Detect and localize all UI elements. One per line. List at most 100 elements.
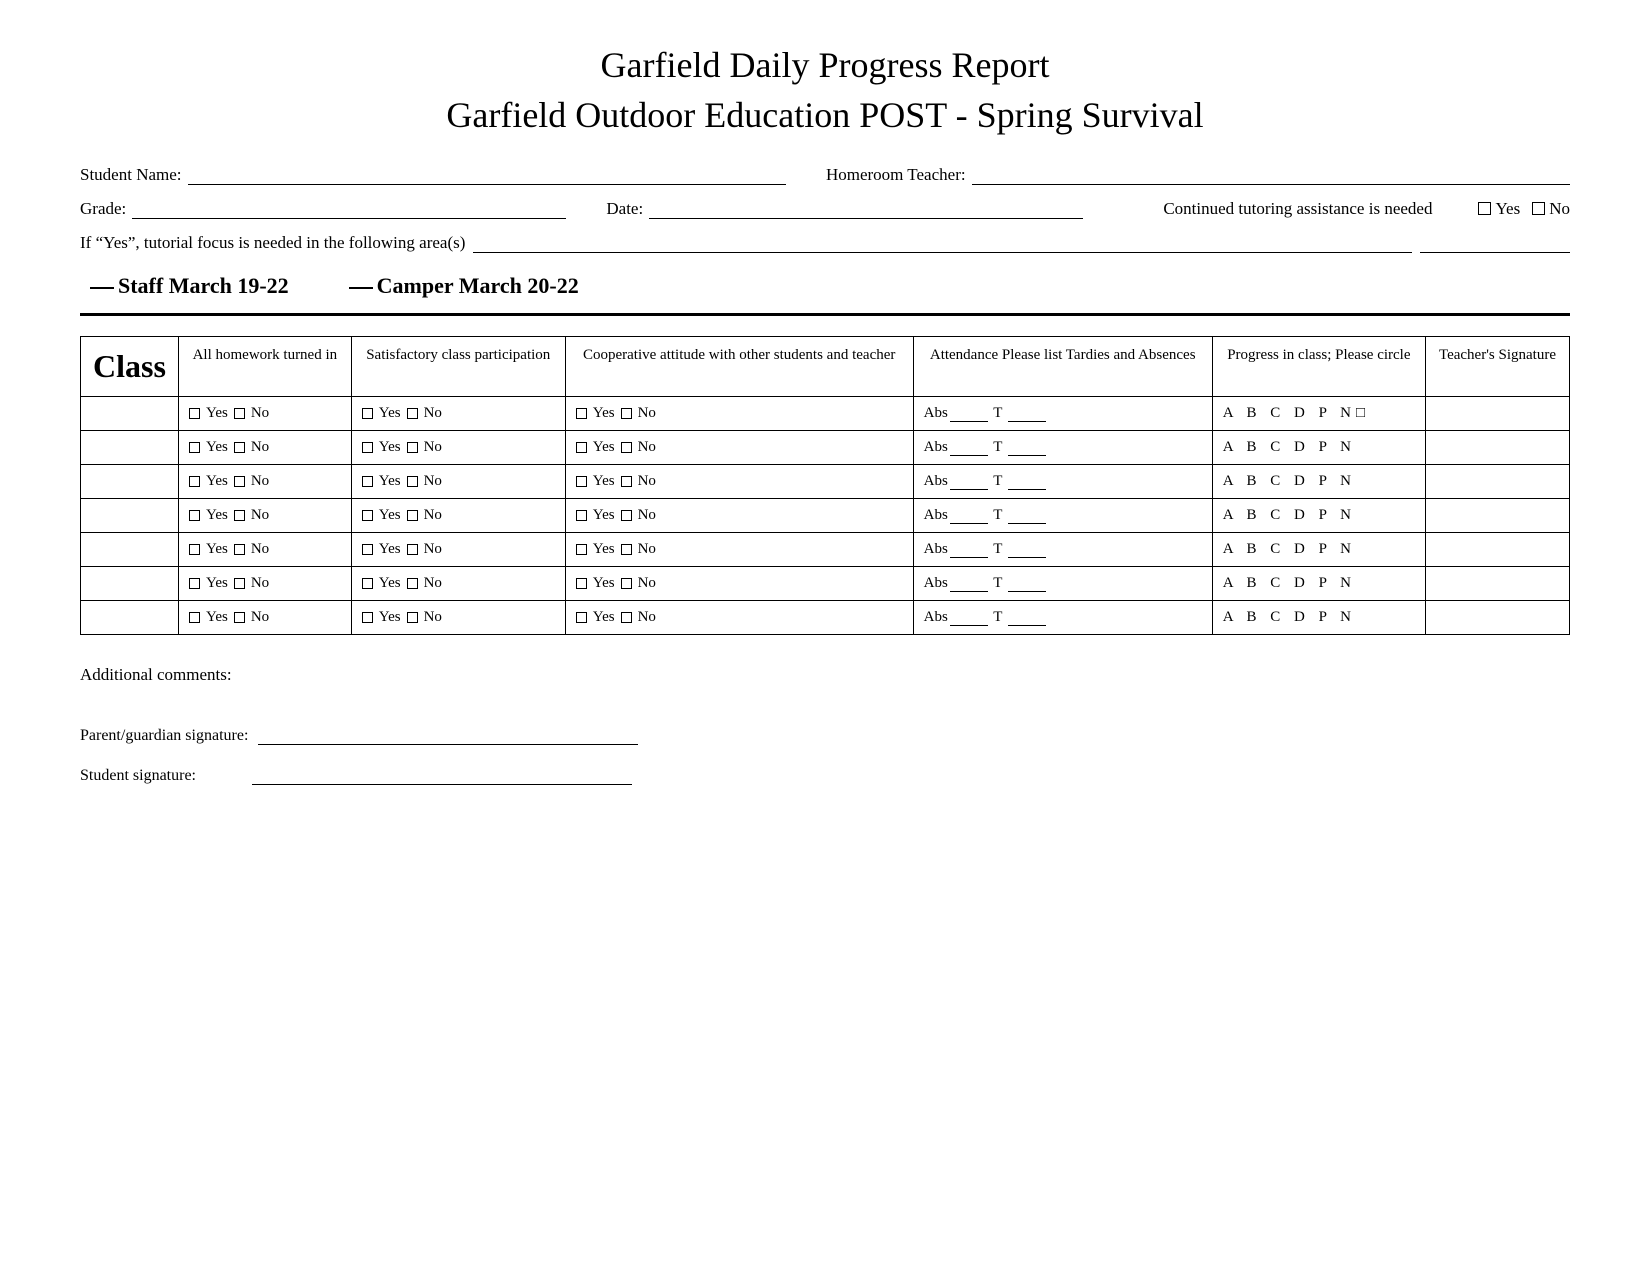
signature-cell[interactable]	[1425, 600, 1569, 634]
student-signature-line[interactable]	[252, 765, 632, 785]
no-checkbox-box[interactable]	[1532, 202, 1545, 215]
signature-cell[interactable]	[1425, 430, 1569, 464]
homeroom-teacher-field[interactable]	[972, 167, 1570, 185]
attendance-cell[interactable]: Abs T	[913, 498, 1212, 532]
homework-cell[interactable]: Yes No	[178, 464, 351, 498]
student-name-field[interactable]	[188, 167, 786, 185]
parent-signature-label: Parent/guardian signature:	[80, 727, 248, 745]
title-section: Garfield Daily Progress Report Garfield …	[80, 40, 1570, 141]
grade-date-row: Grade: Date: Continued tutoring assistan…	[80, 199, 1570, 219]
grade-field[interactable]	[132, 201, 566, 219]
staff-underline	[90, 287, 114, 289]
homework-cell[interactable]: Yes No	[178, 396, 351, 430]
date-field[interactable]	[649, 201, 1083, 219]
attendance-cell[interactable]: Abs T	[913, 566, 1212, 600]
attendance-cell[interactable]: Abs T	[913, 430, 1212, 464]
table-row: Yes No Yes No Yes No Abs T A B C D P N	[81, 498, 1570, 532]
col-progress: Progress in class; Please circle	[1212, 336, 1425, 396]
table-row: Yes No Yes No Yes No Abs T A B C D P N	[81, 464, 1570, 498]
progress-cell[interactable]: A B C D P N	[1212, 600, 1425, 634]
title-line1: Garfield Daily Progress Report	[601, 45, 1050, 85]
class-name-cell[interactable]	[81, 566, 179, 600]
camper-label: Camper March 20-22	[349, 273, 579, 299]
parent-signature-row: Parent/guardian signature:	[80, 725, 1570, 745]
signature-cell[interactable]	[1425, 532, 1569, 566]
additional-comments-label: Additional comments:	[80, 665, 232, 684]
homeroom-teacher-label: Homeroom Teacher:	[826, 165, 966, 185]
class-name-cell[interactable]	[81, 430, 179, 464]
progress-table: Class All homework turned in Satisfactor…	[80, 336, 1570, 635]
parent-signature-line[interactable]	[258, 725, 638, 745]
homework-cell[interactable]: Yes No	[178, 498, 351, 532]
student-signature-row: Student signature:	[80, 765, 1570, 785]
student-name-label: Student Name:	[80, 165, 182, 185]
hw-yes-box[interactable]	[189, 408, 200, 419]
no-checkbox[interactable]: No	[1532, 199, 1570, 219]
tutoring-label: Continued tutoring assistance is needed	[1163, 199, 1432, 219]
homework-cell[interactable]: Yes No	[178, 566, 351, 600]
signature-cell[interactable]	[1425, 498, 1569, 532]
participation-cell[interactable]: Yes No	[351, 566, 565, 600]
divider	[80, 313, 1570, 316]
class-name-cell[interactable]	[81, 532, 179, 566]
student-signature-label: Student signature:	[80, 767, 196, 785]
attendance-cell[interactable]: Abs T	[913, 464, 1212, 498]
class-name-cell[interactable]	[81, 600, 179, 634]
tutoring-checkbox-group: Yes No	[1478, 199, 1570, 219]
additional-comments-section: Additional comments:	[80, 665, 1570, 685]
cooperative-cell[interactable]: Yes No	[565, 498, 913, 532]
signature-cell[interactable]	[1425, 464, 1569, 498]
col-class: Class	[81, 336, 179, 396]
participation-cell[interactable]: Yes No	[351, 532, 565, 566]
attendance-cell[interactable]: Abs T	[913, 396, 1212, 430]
homework-cell[interactable]: Yes No	[178, 600, 351, 634]
participation-cell[interactable]: Yes No	[351, 498, 565, 532]
title-line2: Garfield Outdoor Education POST - Spring…	[446, 95, 1203, 135]
signature-cell[interactable]	[1425, 566, 1569, 600]
student-name-row: Student Name: Homeroom Teacher:	[80, 165, 1570, 185]
progress-cell[interactable]: A B C D P N	[1212, 566, 1425, 600]
tutorial-field[interactable]	[473, 235, 1412, 253]
grade-label: Grade:	[80, 199, 126, 219]
col-homework: All homework turned in	[178, 336, 351, 396]
class-name-cell[interactable]	[81, 498, 179, 532]
tutorial-row: If “Yes”, tutorial focus is needed in th…	[80, 233, 1570, 253]
tutorial-field2[interactable]	[1420, 235, 1570, 253]
col-participation: Satisfactory class participation	[351, 336, 565, 396]
participation-cell[interactable]: Yes No	[351, 464, 565, 498]
date-label: Date:	[606, 199, 643, 219]
staff-camper-row: Staff March 19-22 Camper March 20-22	[90, 273, 1570, 299]
cooperative-cell[interactable]: Yes No	[565, 600, 913, 634]
col-attendance: Attendance Please list Tardies and Absen…	[913, 336, 1212, 396]
table-row: Yes No Yes No Yes No Abs T A B C D P N	[81, 566, 1570, 600]
col-signature: Teacher's Signature	[1425, 336, 1569, 396]
class-name-cell[interactable]	[81, 464, 179, 498]
attendance-cell[interactable]: Abs T	[913, 600, 1212, 634]
participation-cell[interactable]: Yes No	[351, 430, 565, 464]
cooperative-cell[interactable]: Yes No	[565, 464, 913, 498]
cooperative-cell[interactable]: Yes No	[565, 430, 913, 464]
yes-label: Yes	[1495, 199, 1520, 219]
homework-cell[interactable]: Yes No	[178, 430, 351, 464]
attendance-cell[interactable]: Abs T	[913, 532, 1212, 566]
signature-cell[interactable]	[1425, 396, 1569, 430]
progress-cell[interactable]: A B C D P N□	[1212, 396, 1425, 430]
cooperative-cell[interactable]: Yes No	[565, 566, 913, 600]
progress-cell[interactable]: A B C D P N	[1212, 498, 1425, 532]
participation-cell[interactable]: Yes No	[351, 396, 565, 430]
progress-cell[interactable]: A B C D P N	[1212, 430, 1425, 464]
class-name-cell[interactable]	[81, 396, 179, 430]
table-row: Yes No Yes No Yes No Abs T A B C D P N	[81, 430, 1570, 464]
cooperative-cell[interactable]: Yes No	[565, 532, 913, 566]
table-row: Yes No Yes No Yes No Abs T A B C D P N	[81, 600, 1570, 634]
participation-cell[interactable]: Yes No	[351, 600, 565, 634]
cooperative-cell[interactable]: Yes No	[565, 396, 913, 430]
hw-no-box[interactable]	[234, 408, 245, 419]
homework-cell[interactable]: Yes No	[178, 532, 351, 566]
progress-cell[interactable]: A B C D P N	[1212, 464, 1425, 498]
table-header-row: Class All homework turned in Satisfactor…	[81, 336, 1570, 396]
table-row: Yes No Yes No Yes No Abs T A B C D P N□	[81, 396, 1570, 430]
progress-cell[interactable]: A B C D P N	[1212, 532, 1425, 566]
yes-checkbox-box[interactable]	[1478, 202, 1491, 215]
yes-checkbox[interactable]: Yes	[1478, 199, 1520, 219]
